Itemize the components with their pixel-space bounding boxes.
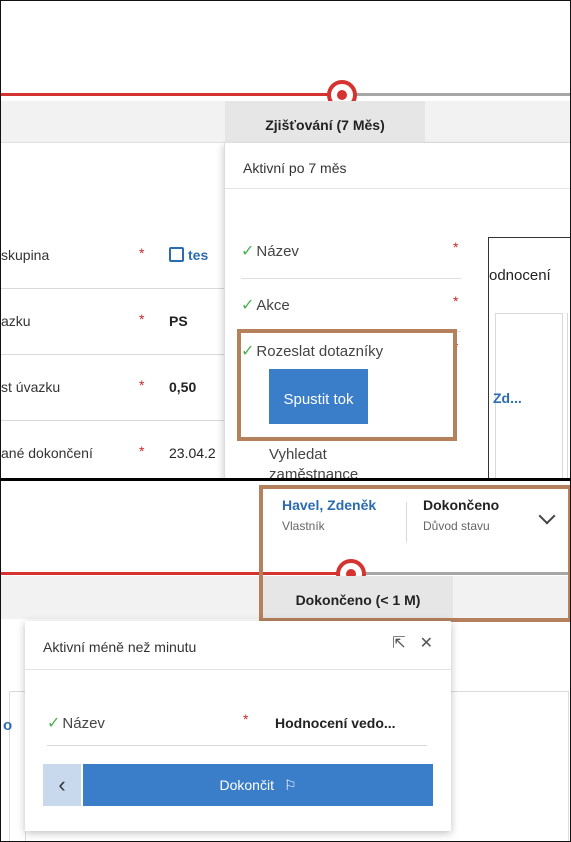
top-panel: Zjišťování (7 Měs) skupina * tes azku * …	[1, 1, 570, 478]
field-value[interactable]: PS	[169, 313, 188, 329]
stage-remaining-line	[353, 93, 570, 96]
side-panel-link[interactable]: Zd...	[493, 390, 522, 406]
field-label: ané dokončení	[1, 445, 93, 461]
step-nazev[interactable]: ✓ Název	[241, 241, 299, 261]
stage-flyout: Aktivní méně než minutu ⇱ ✕ ✓ Název * Hodn…	[25, 621, 451, 831]
stage-tab-zjistovani[interactable]: Zjišťování (7 Měs)	[225, 101, 425, 143]
form-row-skupina: skupina * tes	[1, 223, 226, 289]
lookup-icon	[169, 247, 184, 262]
field-label: st úvazku	[1, 379, 61, 395]
required-marker: *	[243, 711, 249, 727]
bottom-panel: Havel, Zdeněk Vlastník Dokončeno Důvod s…	[1, 481, 570, 841]
flyout-header: Aktivní po 7 měs	[225, 143, 570, 189]
divider	[25, 669, 451, 670]
finish-button[interactable]: Dokončit ⚐	[83, 764, 433, 806]
side-panel-hodnoceni: odnocení Zd...	[488, 237, 570, 478]
required-marker: *	[139, 377, 145, 393]
required-marker: *	[139, 245, 145, 261]
divider	[47, 745, 427, 746]
field-label: azku	[1, 313, 31, 329]
check-icon: ✓	[241, 243, 255, 260]
highlight-box	[237, 329, 457, 441]
field-value[interactable]: 0,50	[169, 379, 196, 395]
stage-progress-line	[1, 93, 331, 96]
form-row-dokonceni: ané dokončení * 23.04.2	[1, 421, 226, 478]
form-row-vyse-uvazku: st úvazku * 0,50	[1, 355, 226, 421]
background-column: o	[1, 655, 26, 841]
step-vyhledat-zamestnance[interactable]: Vyhledat zaměstnance	[269, 445, 399, 478]
step-akce[interactable]: ✓ Akce	[241, 295, 290, 315]
field-value[interactable]: 23.04.2	[169, 445, 216, 461]
check-icon: ✓	[47, 715, 61, 732]
required-marker: *	[453, 293, 459, 309]
step-value[interactable]: Hodnocení vedo...	[275, 715, 396, 731]
highlight-box	[259, 485, 570, 622]
lookup-value[interactable]: tes	[169, 247, 208, 263]
required-marker: *	[453, 239, 459, 255]
required-marker: *	[139, 443, 145, 459]
chevron-left-icon: ‹	[58, 772, 66, 797]
check-icon: ✓	[241, 297, 255, 314]
field-label: skupina	[1, 247, 50, 263]
flag-icon: ⚐	[283, 777, 297, 793]
flyout-header: Aktivní méně než minutu	[43, 639, 197, 655]
divider	[241, 278, 461, 279]
expand-icon[interactable]: ⇱	[392, 635, 405, 652]
background-link-fragment: o	[3, 717, 13, 734]
side-panel-column	[567, 313, 570, 478]
required-marker: *	[139, 311, 145, 327]
step-nazev[interactable]: ✓ Název	[47, 713, 105, 733]
form-row-uvazek: azku * PS	[1, 289, 226, 355]
back-button[interactable]: ‹	[43, 764, 81, 806]
flyout-actions: ⇱ ✕	[378, 633, 433, 653]
close-icon[interactable]: ✕	[420, 635, 433, 652]
side-panel-title: odnocení	[489, 267, 551, 284]
